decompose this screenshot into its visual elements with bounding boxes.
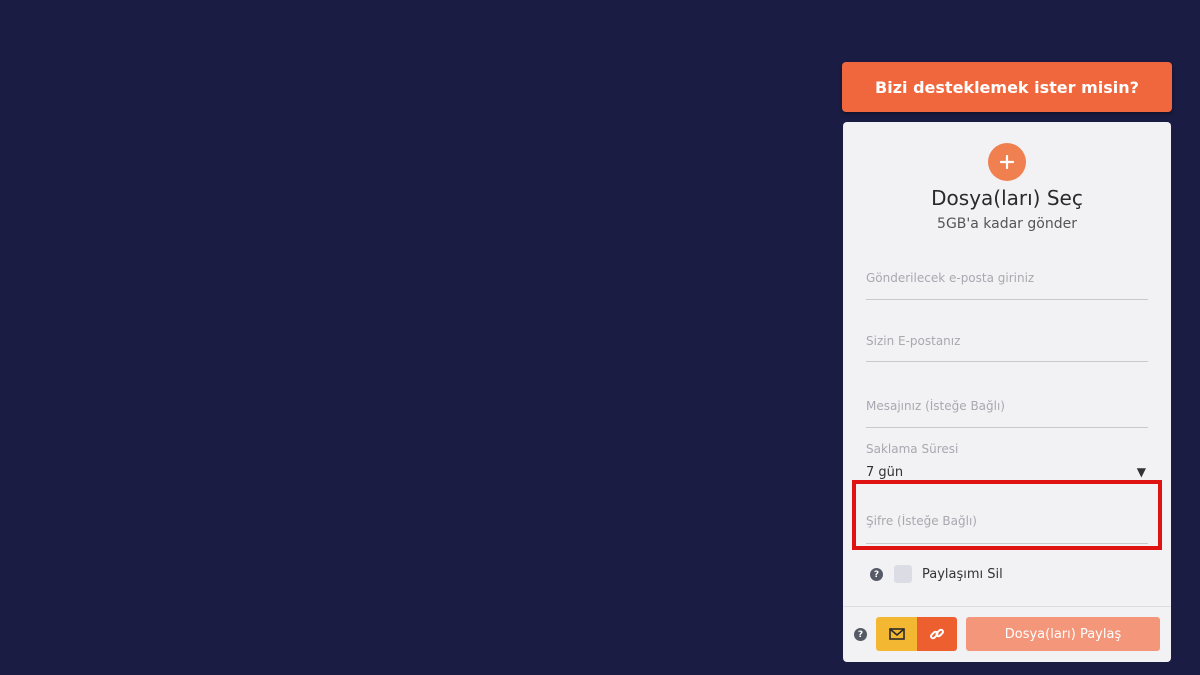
retention-select[interactable]: 7 gün ▼ — [866, 462, 1148, 482]
support-button[interactable]: Bizi desteklemek ister misin? — [842, 62, 1172, 112]
sender-email-input[interactable] — [866, 326, 1148, 362]
page: Bizi desteklemek ister misin? Dosya(ları… — [0, 0, 1200, 675]
delete-share-label: Paylaşımı Sil — [922, 567, 1003, 582]
share-files-button[interactable]: Dosya(ları) Paylaş — [966, 617, 1160, 651]
envelope-icon — [888, 628, 905, 640]
link-icon — [930, 628, 944, 640]
share-files-label: Dosya(ları) Paylaş — [1004, 626, 1122, 642]
share-mode-help-icon[interactable]: ? — [854, 628, 867, 641]
transfer-panel: Dosya(ları) Seç 5GB'a kadar gönder Sakla… — [843, 122, 1171, 662]
select-files-title[interactable]: Dosya(ları) Seç — [843, 186, 1171, 210]
message-input[interactable] — [866, 390, 1148, 428]
delete-share-help-icon[interactable]: ? — [870, 568, 883, 581]
password-input[interactable] — [866, 504, 1148, 544]
retention-label: Saklama Süresi — [866, 442, 959, 456]
caret-down-icon: ▼ — [1136, 465, 1146, 479]
link-mode-button[interactable] — [917, 617, 957, 651]
support-button-label: Bizi desteklemek ister misin? — [875, 77, 1139, 97]
retention-value: 7 gün — [866, 464, 904, 480]
recipient-email-input[interactable] — [866, 262, 1148, 300]
email-mode-button[interactable] — [876, 617, 917, 651]
add-file-button[interactable] — [988, 143, 1026, 181]
delete-share-checkbox[interactable] — [894, 565, 912, 583]
plus-icon — [1000, 155, 1014, 169]
footer-divider — [843, 606, 1171, 607]
upload-limit-text: 5GB'a kadar gönder — [937, 216, 1077, 232]
